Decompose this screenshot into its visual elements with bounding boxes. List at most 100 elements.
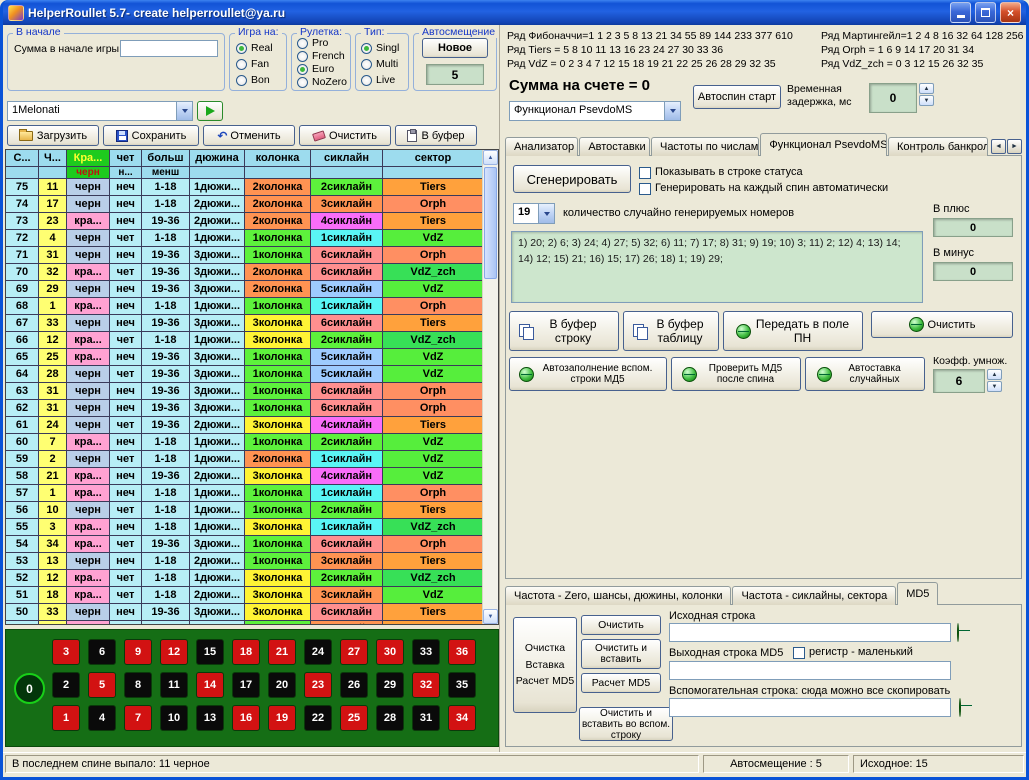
- column-header[interactable]: С...: [6, 150, 39, 167]
- start-sum-input[interactable]: [120, 40, 218, 57]
- tab-freq-chances[interactable]: Частота - Zero, шансы, дюжины, колонки: [505, 586, 731, 605]
- chevron-down-icon[interactable]: [176, 102, 192, 120]
- radio-fan[interactable]: Fan: [236, 58, 269, 70]
- autospin-start-button[interactable]: Автоспин старт: [693, 85, 781, 109]
- column-header[interactable]: колонка: [245, 150, 311, 167]
- preset-combo[interactable]: 1Melonati: [7, 101, 193, 121]
- board-number-23[interactable]: 23: [304, 672, 332, 698]
- board-number-25[interactable]: 25: [340, 705, 368, 731]
- board-number-21[interactable]: 21: [268, 639, 296, 665]
- column-header[interactable]: дюжина: [190, 150, 245, 167]
- clear-button[interactable]: Очистить: [299, 125, 391, 146]
- radio-euro[interactable]: Euro: [297, 63, 334, 75]
- tab-freq-sectors[interactable]: Частота - сиклайны, сектора: [732, 586, 896, 605]
- radio-nozero[interactable]: NoZero: [297, 76, 347, 88]
- count-combo[interactable]: 19: [513, 203, 555, 224]
- column-header[interactable]: Ч...: [39, 150, 67, 167]
- table-row[interactable]: 6231черннеч19-363дюжи...1колонка6сиклайн…: [6, 400, 484, 417]
- table-row[interactable]: 6733черннеч19-363дюжи...3колонка6сиклайн…: [6, 315, 484, 332]
- chevron-down-icon[interactable]: [538, 204, 554, 223]
- radio-bon[interactable]: Bon: [236, 74, 270, 86]
- column-header[interactable]: чет: [110, 150, 142, 167]
- play-button[interactable]: [197, 101, 223, 121]
- board-number-36[interactable]: 36: [448, 639, 476, 665]
- radio-pro[interactable]: Pro: [297, 37, 328, 49]
- buffer-table-button[interactable]: В буфер таблицу: [623, 311, 719, 351]
- table-row[interactable]: 571кра...неч1-181дюжи...1колонка1сиклайн…: [6, 485, 484, 502]
- table-row[interactable]: 7417черннеч1-182дюжи...2колонка3сиклайнO…: [6, 196, 484, 213]
- board-number-14[interactable]: 14: [196, 672, 224, 698]
- minimize-button[interactable]: [950, 2, 971, 23]
- buffer-row-button[interactable]: В буфер строку: [509, 311, 619, 351]
- column-header[interactable]: сиклайн: [311, 150, 383, 167]
- new-button[interactable]: Новое: [422, 38, 488, 58]
- radio-live[interactable]: Live: [361, 74, 395, 86]
- autofill-md5-button[interactable]: Автозаполнение вспом. строки МД5: [509, 357, 667, 391]
- minus-value[interactable]: 0: [933, 262, 1013, 281]
- board-number-12[interactable]: 12: [160, 639, 188, 665]
- table-row[interactable]: 5313черннеч1-182дюжи...1колонка3сиклайнT…: [6, 553, 484, 570]
- table-row[interactable]: 6929черннеч19-363дюжи...2колонка5сиклайн…: [6, 281, 484, 298]
- board-number-1[interactable]: 1: [52, 705, 80, 731]
- board-number-17[interactable]: 17: [232, 672, 260, 698]
- coef-value[interactable]: 6: [933, 369, 985, 393]
- table-row[interactable]: 5118кра...чет1-182дюжи...3колонка3сиклай…: [6, 587, 484, 604]
- plus-value[interactable]: 0: [933, 218, 1013, 237]
- to-buffer-button[interactable]: В буфер: [395, 125, 477, 146]
- maximize-button[interactable]: [975, 2, 996, 23]
- functional-combo[interactable]: Функционал PsevdoMS: [509, 101, 681, 121]
- table-row[interactable]: 5434кра...чет19-363дюжи...1колонка6сикла…: [6, 536, 484, 553]
- generate-each-spin-checkbox[interactable]: Генерировать на каждый спин автоматическ…: [639, 182, 888, 195]
- board-number-22[interactable]: 22: [304, 705, 332, 731]
- out-md5-input[interactable]: [669, 661, 951, 680]
- board-number-7[interactable]: 7: [124, 705, 152, 731]
- board-number-3[interactable]: 3: [52, 639, 80, 665]
- board-number-6[interactable]: 6: [88, 639, 116, 665]
- board-number-33[interactable]: 33: [412, 639, 440, 665]
- table-row[interactable]: 5821кра...неч19-362дюжи...3колонка4сикла…: [6, 468, 484, 485]
- board-number-11[interactable]: 11: [160, 672, 188, 698]
- spin-up-icon[interactable]: ▲: [919, 83, 934, 94]
- table-row[interactable]: 6525кра...неч19-363дюжи...1колонка5сикла…: [6, 349, 484, 366]
- column-header[interactable]: больш: [142, 150, 190, 167]
- table-row[interactable]: 7323кра...неч19-362дюжи...2колонка4сикла…: [6, 213, 484, 230]
- scroll-up-icon[interactable]: ▲: [483, 150, 498, 165]
- register-checkbox[interactable]: регистр - маленький: [793, 646, 913, 659]
- board-number-18[interactable]: 18: [232, 639, 260, 665]
- table-row[interactable]: 607кра...неч1-181дюжи...1колонка2сиклайн…: [6, 434, 484, 451]
- table-row[interactable]: 6612кра...чет1-181дюжи...3колонка2сиклай…: [6, 332, 484, 349]
- tab-autobets[interactable]: Автоставки: [579, 137, 650, 156]
- save-button[interactable]: Сохранить: [103, 125, 199, 146]
- table-row[interactable]: 7511черннеч1-181дюжи...2колонка2сиклайнT…: [6, 179, 484, 196]
- load-button[interactable]: Загрузить: [7, 125, 99, 146]
- board-number-5[interactable]: 5: [88, 672, 116, 698]
- table-row[interactable]: 5610чернчет1-181дюжи...1колонка2сиклайнT…: [6, 502, 484, 519]
- md5-calc-button[interactable]: Расчет MD5: [581, 673, 661, 693]
- table-row[interactable]: 553кра...неч1-181дюжи...3колонка1сиклайн…: [6, 519, 484, 536]
- tab-bankroll[interactable]: Контроль банкрол...: [888, 137, 988, 156]
- board-number-13[interactable]: 13: [196, 705, 224, 731]
- board-number-34[interactable]: 34: [448, 705, 476, 731]
- table-row[interactable]: 6428чернчет19-363дюжи...1колонка5сиклайн…: [6, 366, 484, 383]
- table-row[interactable]: 7032кра...чет19-363дюжи...2колонка6сикла…: [6, 264, 484, 281]
- globe-icon[interactable]: [957, 623, 959, 642]
- board-number-8[interactable]: 8: [124, 672, 152, 698]
- board-number-30[interactable]: 30: [376, 639, 404, 665]
- table-row[interactable]: 6331черннеч19-363дюжи...1колонка6сиклайн…: [6, 383, 484, 400]
- check-md5-button[interactable]: Проверить МД5 после спина: [671, 357, 801, 391]
- board-number-19[interactable]: 19: [268, 705, 296, 731]
- globe-icon[interactable]: [959, 698, 961, 717]
- board-number-27[interactable]: 27: [340, 639, 368, 665]
- tab-scroll-left-icon[interactable]: ◄: [991, 139, 1006, 154]
- board-number-29[interactable]: 29: [376, 672, 404, 698]
- autobet-random-button[interactable]: Автоставка случайных: [805, 357, 925, 391]
- table-row[interactable]: 4916кра...чет1-182дюжи...1колонка3сиклай…: [6, 621, 484, 624]
- scrollbar-thumb[interactable]: [484, 167, 497, 279]
- table-row[interactable]: 6124чернчет19-362дюжи...3колонка4сиклайн…: [6, 417, 484, 434]
- table-row[interactable]: 681кра...неч1-181дюжи...1колонка1сиклайн…: [6, 298, 484, 315]
- board-number-10[interactable]: 10: [160, 705, 188, 731]
- spin-down-icon[interactable]: ▼: [919, 95, 934, 106]
- board-number-31[interactable]: 31: [412, 705, 440, 731]
- aux-input[interactable]: [669, 698, 951, 717]
- scroll-down-icon[interactable]: ▼: [483, 609, 498, 624]
